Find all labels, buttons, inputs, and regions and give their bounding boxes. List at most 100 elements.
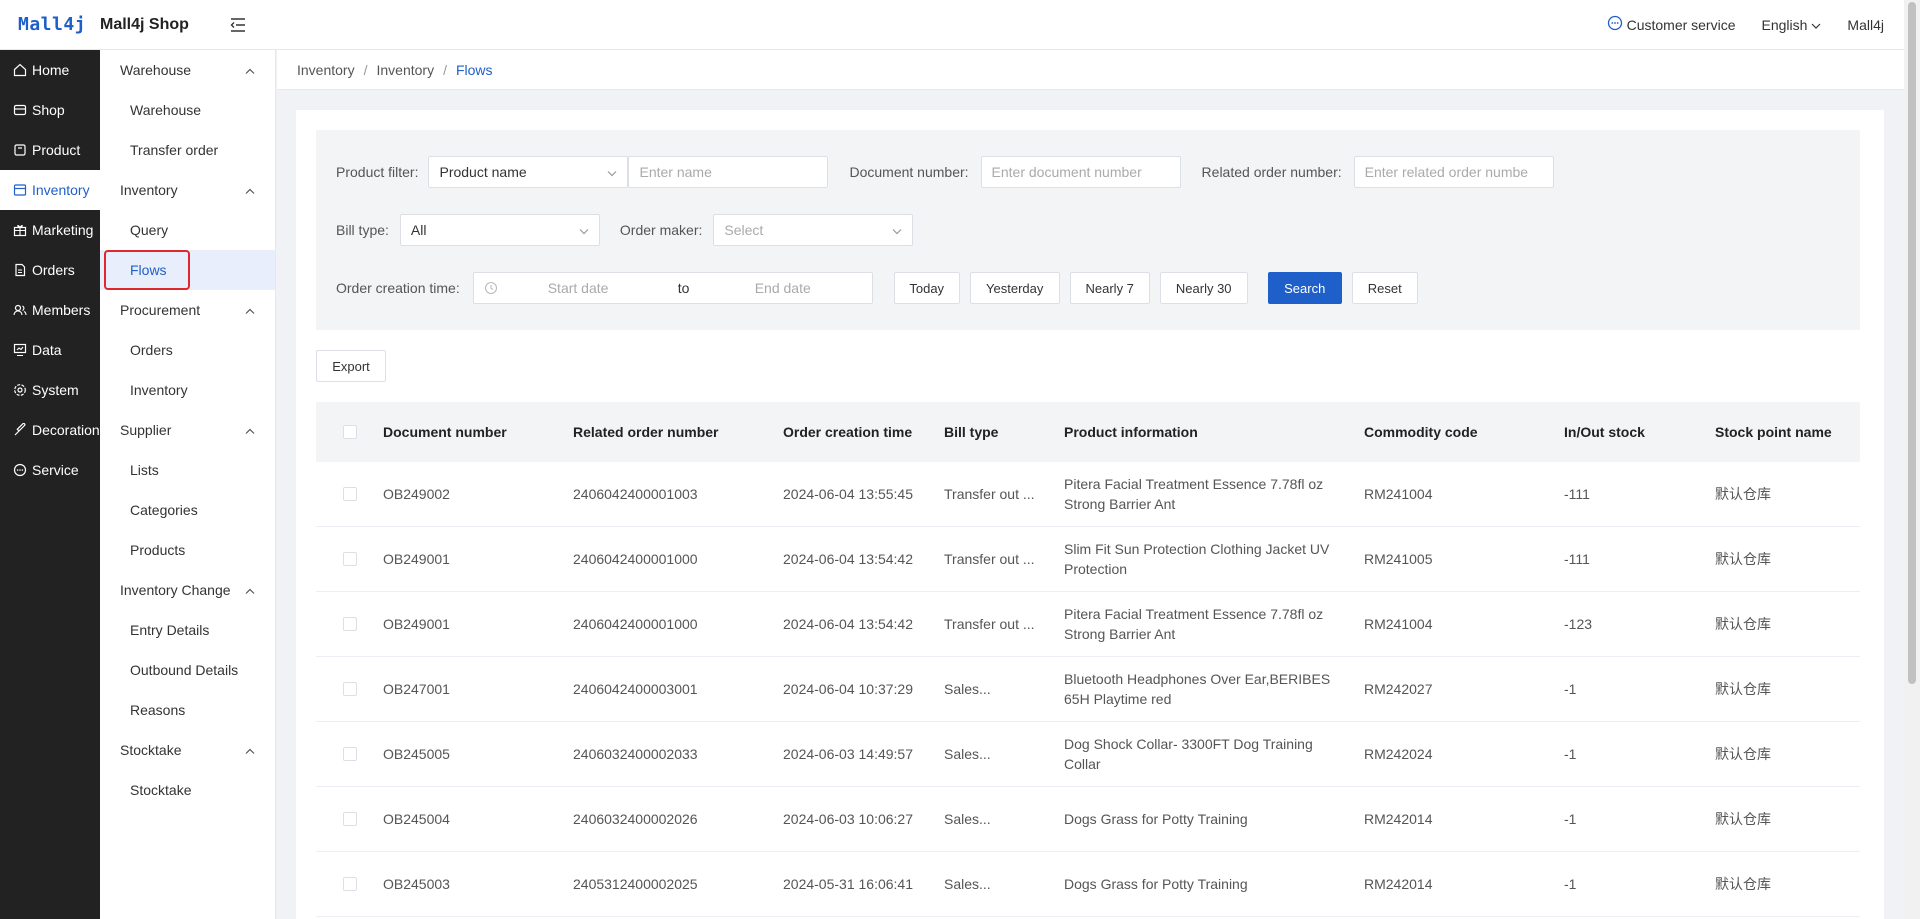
menu-categories[interactable]: Categories bbox=[100, 490, 275, 530]
page-scrollbar[interactable] bbox=[1904, 0, 1920, 919]
menu-products[interactable]: Products bbox=[100, 530, 275, 570]
bill-type-cell: Sales... bbox=[944, 746, 991, 762]
bill-type-value: All bbox=[410, 222, 427, 238]
order-maker-select[interactable]: Select bbox=[713, 214, 914, 246]
nearly-7-button[interactable]: Nearly 7 bbox=[1069, 272, 1150, 304]
scrollbar-thumb[interactable] bbox=[1908, 2, 1916, 684]
table-row: OB245005 2406032400002033 2024-06-03 14:49… bbox=[316, 722, 1860, 787]
menu-reasons[interactable]: Reasons bbox=[100, 690, 275, 730]
stock-point-cell: 默认仓库 bbox=[1715, 876, 1771, 892]
group-procurement[interactable]: Procurement bbox=[100, 290, 275, 330]
menu-lists[interactable]: Lists bbox=[100, 450, 275, 490]
document-number-cell: OB245003 bbox=[383, 876, 450, 892]
menu-flows[interactable]: Flows bbox=[100, 250, 275, 290]
group-inventory-change[interactable]: Inventory Change bbox=[100, 570, 275, 610]
related-order-cell: 2406042400001000 bbox=[573, 551, 698, 567]
menu-procurement-inventory[interactable]: Inventory bbox=[100, 370, 275, 410]
nav-marketing[interactable]: Marketing bbox=[0, 210, 100, 250]
table-row: OB247001 2406042400003001 2024-06-04 10:37… bbox=[316, 657, 1860, 722]
language-label: English bbox=[1761, 16, 1808, 33]
row-checkbox[interactable] bbox=[342, 812, 357, 826]
group-label: Inventory bbox=[120, 182, 178, 198]
document-number-cell: OB249001 bbox=[383, 551, 450, 567]
menu-label: Outbound Details bbox=[130, 662, 239, 678]
table-row: OB245004 2406032400002026 2024-06-03 10:06… bbox=[316, 787, 1860, 852]
customer-service-link[interactable]: Customer service bbox=[1607, 15, 1736, 34]
menu-label: Transfer order bbox=[130, 142, 219, 158]
creation-time-cell: 2024-06-04 13:54:42 bbox=[783, 616, 913, 632]
product-info-cell: Pitera Facial Treatment Essence 7.78fl o… bbox=[1064, 606, 1324, 642]
col-commodity-code: Commodity code bbox=[1364, 424, 1478, 440]
breadcrumb-item[interactable]: Inventory bbox=[376, 62, 434, 78]
group-inventory[interactable]: Inventory bbox=[100, 170, 275, 210]
menu-outbound-details[interactable]: Outbound Details bbox=[100, 650, 275, 690]
search-button[interactable]: Search bbox=[1267, 272, 1342, 304]
brand-logo[interactable]: Mall4j bbox=[0, 14, 100, 35]
nav-shop[interactable]: Shop bbox=[0, 90, 100, 130]
related-order-input[interactable]: Enter related order numbe bbox=[1353, 156, 1554, 188]
user-menu[interactable]: Mall4j bbox=[1847, 17, 1884, 33]
menu-transfer-order[interactable]: Transfer order bbox=[100, 130, 275, 170]
shop-icon bbox=[12, 102, 28, 118]
yesterday-button[interactable]: Yesterday bbox=[969, 272, 1060, 304]
row-checkbox[interactable] bbox=[342, 682, 357, 696]
nav-product[interactable]: Product bbox=[0, 130, 100, 170]
menu-warehouse[interactable]: Warehouse bbox=[100, 90, 275, 130]
commodity-code-cell: RM242014 bbox=[1364, 811, 1433, 827]
reset-button[interactable]: Reset bbox=[1351, 272, 1418, 304]
language-dropdown[interactable]: English bbox=[1762, 17, 1822, 33]
nav-decoration[interactable]: Decoration bbox=[0, 410, 100, 450]
table-header: Document number Related order number Ord… bbox=[316, 402, 1860, 462]
shop-name: Mall4j Shop bbox=[100, 15, 189, 33]
nav-service[interactable]: Service bbox=[0, 450, 100, 490]
menu-label: Flows bbox=[104, 250, 190, 290]
row-checkbox[interactable] bbox=[342, 877, 357, 891]
menu-procurement-orders[interactable]: Orders bbox=[100, 330, 275, 370]
in-out-stock-cell: -123 bbox=[1564, 616, 1593, 632]
product-filter-select[interactable]: Product name bbox=[428, 156, 629, 188]
product-name-input[interactable]: Enter name bbox=[628, 156, 829, 188]
gift-icon bbox=[12, 222, 28, 238]
related-order-cell: 2406042400001000 bbox=[573, 616, 698, 632]
col-stock-point: Stock point name bbox=[1715, 424, 1832, 440]
col-related-order: Related order number bbox=[573, 424, 719, 440]
menu-stocktake[interactable]: Stocktake bbox=[100, 770, 275, 810]
select-all-checkbox[interactable] bbox=[342, 425, 357, 439]
nav-inventory[interactable]: Inventory bbox=[0, 170, 100, 210]
document-number-cell: OB245005 bbox=[383, 746, 450, 762]
doc-number-input[interactable]: Enter document number bbox=[980, 156, 1181, 188]
creation-time-cell: 2024-06-04 13:54:42 bbox=[783, 551, 913, 567]
menu-query[interactable]: Query bbox=[100, 210, 275, 250]
export-button[interactable]: Export bbox=[316, 350, 386, 382]
group-supplier[interactable]: Supplier bbox=[100, 410, 275, 450]
menu-collapse-icon[interactable] bbox=[226, 13, 250, 37]
nav-home[interactable]: Home bbox=[0, 50, 100, 90]
nav-data[interactable]: Data bbox=[0, 330, 100, 370]
in-out-stock-cell: -111 bbox=[1564, 486, 1590, 502]
bill-type-cell: Transfer out ... bbox=[944, 551, 1035, 567]
bill-type-select[interactable]: All bbox=[399, 214, 600, 246]
menu-entry-details[interactable]: Entry Details bbox=[100, 610, 275, 650]
row-checkbox[interactable] bbox=[342, 487, 357, 501]
date-range-picker[interactable]: Start date to End date bbox=[472, 272, 873, 304]
nav-system[interactable]: System bbox=[0, 370, 100, 410]
group-label: Warehouse bbox=[120, 62, 192, 78]
nearly-30-button[interactable]: Nearly 30 bbox=[1159, 272, 1248, 304]
row-checkbox[interactable] bbox=[342, 617, 357, 631]
table-row: OB249001 2406042400001000 2024-06-04 13:54… bbox=[316, 527, 1860, 592]
clock-icon bbox=[484, 281, 498, 295]
menu-label: Warehouse bbox=[130, 102, 202, 118]
creation-time-cell: 2024-06-04 10:37:29 bbox=[783, 681, 913, 697]
breadcrumb-current: Flows bbox=[455, 61, 493, 78]
group-warehouse[interactable]: Warehouse bbox=[100, 50, 275, 90]
group-stocktake[interactable]: Stocktake bbox=[100, 730, 275, 770]
bill-type-cell: Sales... bbox=[944, 681, 991, 697]
nav-orders[interactable]: Orders bbox=[0, 250, 100, 290]
nav-label: Product bbox=[32, 142, 81, 158]
row-checkbox[interactable] bbox=[342, 552, 357, 566]
today-button[interactable]: Today bbox=[893, 272, 960, 304]
row-checkbox[interactable] bbox=[342, 747, 357, 761]
nav-members[interactable]: Members bbox=[0, 290, 100, 330]
breadcrumb-item[interactable]: Inventory bbox=[297, 62, 355, 78]
col-product-info: Product information bbox=[1064, 424, 1198, 440]
